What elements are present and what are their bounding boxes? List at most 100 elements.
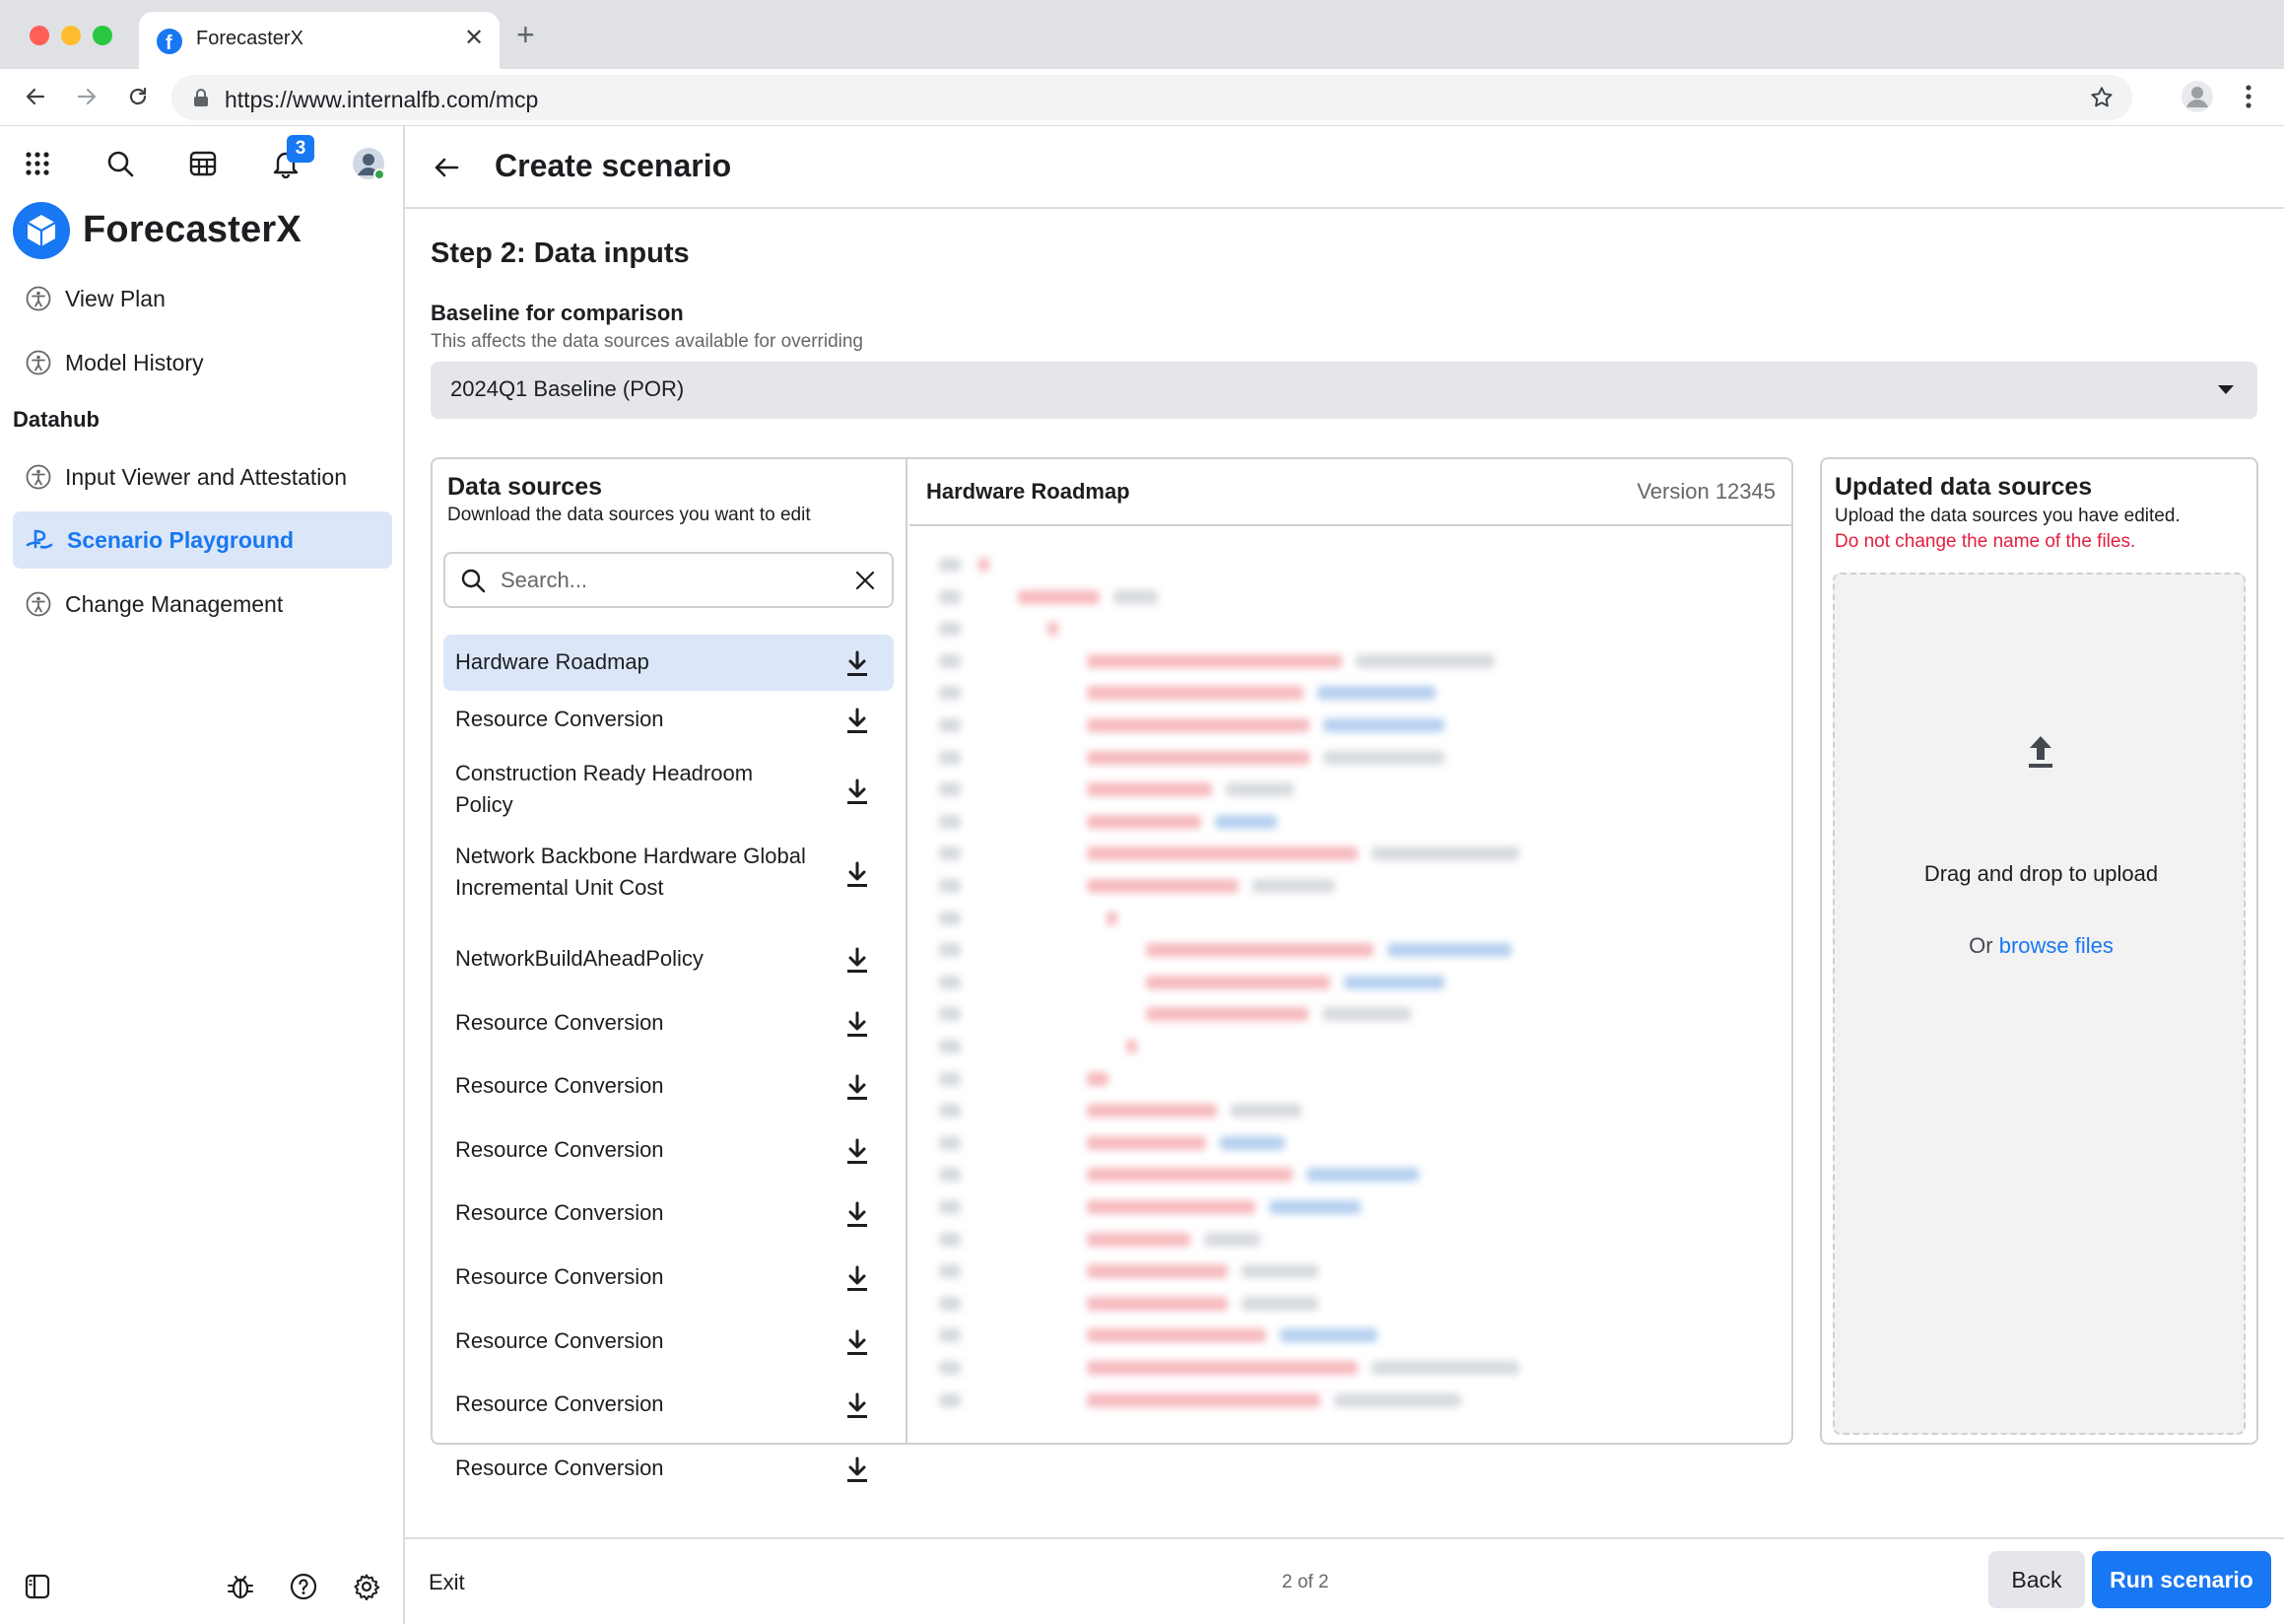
- reload-icon[interactable]: [120, 79, 156, 114]
- download-icon[interactable]: [844, 1201, 870, 1229]
- data-source-item[interactable]: Resource Conversion: [443, 1314, 894, 1370]
- data-source-label: Resource Conversion: [455, 1073, 664, 1098]
- lock-icon: [194, 89, 208, 106]
- data-source-label: Resource Conversion: [455, 1137, 664, 1162]
- code-line-value: [1372, 1361, 1519, 1375]
- section-heading-datahub: Datahub: [13, 407, 100, 432]
- browser-tab-bar: f ForecasterX ✕ +: [0, 0, 2284, 69]
- code-line-value: [1322, 1007, 1411, 1022]
- download-icon[interactable]: [844, 1392, 870, 1420]
- code-line-key: [1087, 750, 1310, 765]
- data-sources-title: Data sources: [447, 473, 603, 501]
- nav-item-input-viewer[interactable]: Input Viewer and Attestation: [13, 448, 392, 506]
- accessibility-icon: [26, 350, 51, 375]
- data-source-item[interactable]: Network Backbone Hardware Global Increme…: [443, 829, 894, 917]
- nav-item-view-plan[interactable]: View Plan: [13, 270, 392, 327]
- code-line-number: [939, 1296, 961, 1311]
- download-icon[interactable]: [844, 1138, 870, 1166]
- back-arrow-icon[interactable]: [429, 150, 464, 185]
- download-icon[interactable]: [844, 1329, 870, 1357]
- minimize-window-button[interactable]: [61, 26, 81, 45]
- browser-tab[interactable]: f ForecasterX ✕: [139, 12, 500, 69]
- collapse-sidebar-icon[interactable]: [18, 1567, 57, 1606]
- page-title: Create scenario: [495, 148, 732, 183]
- code-line-value: [1307, 1168, 1419, 1183]
- download-icon[interactable]: [844, 947, 870, 975]
- data-source-item[interactable]: Resource Conversion: [443, 1250, 894, 1306]
- close-window-button[interactable]: [30, 26, 49, 45]
- new-tab-icon[interactable]: +: [516, 19, 535, 50]
- download-icon[interactable]: [844, 1265, 870, 1293]
- code-line-value: [1269, 1200, 1361, 1214]
- help-icon[interactable]: [284, 1567, 323, 1606]
- page-header: Create scenario: [405, 126, 2284, 209]
- wizard-footer: Exit 2 of 2 Back Run scenario: [405, 1537, 2284, 1624]
- browse-files-link[interactable]: browse files: [1999, 933, 2114, 958]
- preview-version: Version 12345: [1637, 479, 1776, 504]
- data-source-item[interactable]: Resource Conversion: [443, 1058, 894, 1115]
- code-line-key: [1087, 814, 1201, 829]
- maximize-window-button[interactable]: [93, 26, 112, 45]
- nav-item-scenario-playground[interactable]: Scenario Playground: [13, 511, 392, 569]
- code-line-value: [1242, 1296, 1318, 1311]
- code-line-key: [1146, 943, 1374, 958]
- bug-report-icon[interactable]: [221, 1567, 260, 1606]
- nav-label: Change Management: [65, 590, 284, 617]
- download-icon[interactable]: [844, 778, 870, 806]
- nav-item-change-management[interactable]: Change Management: [13, 575, 392, 633]
- download-icon[interactable]: [844, 708, 870, 735]
- browser-menu-icon[interactable]: [2231, 79, 2266, 114]
- download-icon[interactable]: [844, 650, 870, 678]
- code-line-number: [939, 686, 961, 701]
- address-bar[interactable]: https://www.internalfb.com/mcp: [171, 75, 2132, 120]
- data-source-label: Resource Conversion: [455, 1455, 664, 1480]
- data-source-item[interactable]: Construction Ready Headroom Policy: [443, 746, 894, 835]
- user-avatar[interactable]: [349, 144, 388, 183]
- code-line-value: [1252, 879, 1335, 893]
- exit-button[interactable]: Exit: [423, 1559, 471, 1606]
- close-tab-icon[interactable]: ✕: [464, 24, 484, 52]
- code-line-number: [939, 911, 961, 925]
- data-source-item[interactable]: Resource Conversion: [443, 995, 894, 1051]
- data-sources-subtitle: Download the data sources you want to ed…: [447, 505, 811, 525]
- data-source-item[interactable]: NetworkBuildAheadPolicy: [443, 931, 894, 987]
- nav-label: View Plan: [65, 285, 166, 311]
- data-source-label: NetworkBuildAheadPolicy: [455, 946, 704, 971]
- data-source-item[interactable]: Resource Conversion: [443, 1441, 894, 1497]
- baseline-selected-value: 2024Q1 Baseline (POR): [450, 376, 685, 401]
- download-icon[interactable]: [844, 1456, 870, 1484]
- run-scenario-button[interactable]: Run scenario: [2092, 1551, 2271, 1608]
- code-line-key: [1087, 1200, 1255, 1214]
- code-line-value: [1280, 1328, 1377, 1343]
- bookmark-star-icon[interactable]: [2089, 85, 2115, 110]
- browser-forward-icon[interactable]: [69, 79, 104, 114]
- settings-gear-icon[interactable]: [347, 1567, 386, 1606]
- gamepad-icon: [26, 529, 53, 549]
- nav-item-model-history[interactable]: Model History: [13, 334, 392, 391]
- app-grid-icon[interactable]: [18, 144, 57, 183]
- code-line-number: [939, 1007, 961, 1022]
- code-line-number: [939, 1328, 961, 1343]
- data-sources-panel: Data sources Download the data sources y…: [431, 457, 1793, 1482]
- file-dropzone[interactable]: Drag and drop to upload Or browse files: [1833, 573, 2246, 1435]
- profile-avatar-icon[interactable]: [2180, 79, 2215, 114]
- download-icon[interactable]: [844, 861, 870, 889]
- browser-back-icon[interactable]: [18, 79, 53, 114]
- data-source-item[interactable]: Resource Conversion: [443, 1185, 894, 1242]
- data-source-item[interactable]: Resource Conversion: [443, 1377, 894, 1433]
- code-line-value: [1356, 653, 1495, 668]
- search-box: [443, 552, 894, 608]
- data-sources-list-column: Data sources Download the data sources y…: [433, 459, 907, 1482]
- download-icon[interactable]: [844, 1074, 870, 1102]
- data-source-item[interactable]: Resource Conversion: [443, 692, 894, 748]
- drop-instructions: Drag and drop to upload: [1923, 861, 2159, 886]
- search-input[interactable]: [501, 562, 845, 599]
- data-source-item[interactable]: Resource Conversion: [443, 1122, 894, 1179]
- clear-search-icon[interactable]: [852, 568, 878, 593]
- data-source-item[interactable]: Hardware Roadmap: [443, 635, 894, 691]
- back-button[interactable]: Back: [1988, 1551, 2085, 1608]
- table-icon[interactable]: [183, 144, 223, 183]
- search-icon[interactable]: [101, 144, 140, 183]
- download-icon[interactable]: [844, 1011, 870, 1039]
- baseline-select[interactable]: 2024Q1 Baseline (POR): [431, 362, 2257, 419]
